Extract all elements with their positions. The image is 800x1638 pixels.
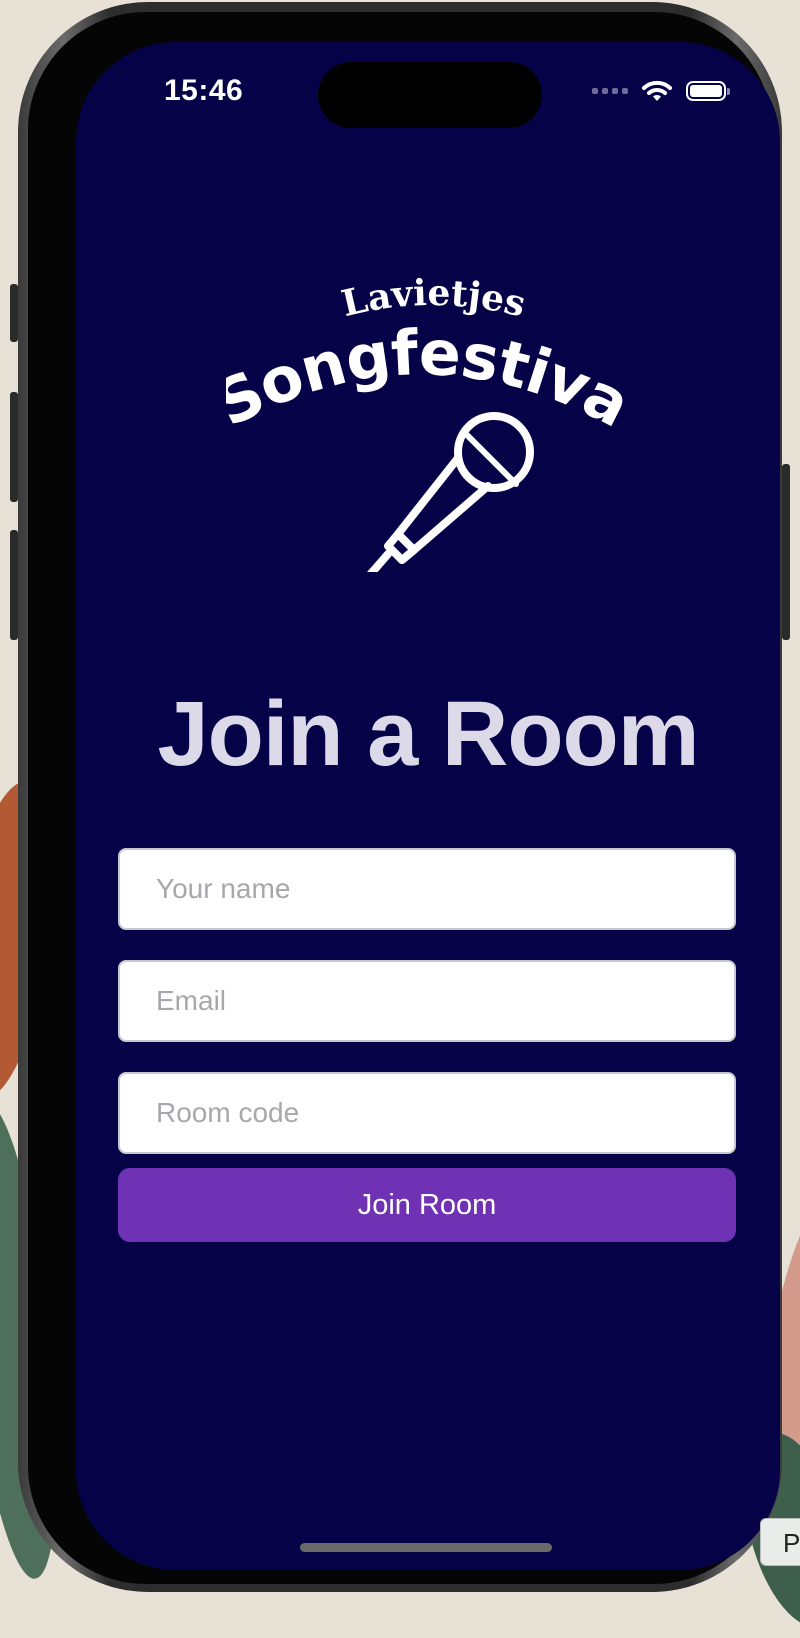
home-indicator[interactable]	[300, 1543, 552, 1552]
room-code-field[interactable]	[118, 1072, 736, 1154]
signal-dots-icon	[592, 88, 628, 94]
email-field[interactable]	[118, 960, 736, 1042]
phone-bezel: 15:46 Lavietjes So	[28, 12, 780, 1584]
dynamic-island	[318, 62, 542, 128]
action-button	[10, 284, 18, 342]
join-room-form: Join Room	[118, 848, 736, 1242]
volume-up-button	[10, 392, 18, 502]
volume-down-button	[10, 530, 18, 640]
power-button	[782, 464, 790, 640]
join-room-button[interactable]: Join Room	[118, 1168, 736, 1242]
name-field[interactable]	[118, 848, 736, 930]
wifi-icon	[642, 80, 672, 101]
battery-level	[690, 85, 722, 97]
desktop-corner-button[interactable]: P	[760, 1518, 800, 1566]
app-logo: Lavietjes Songfestival	[226, 272, 636, 572]
battery-icon	[686, 81, 730, 101]
status-icons	[592, 80, 730, 102]
app-screen: 15:46 Lavietjes So	[76, 42, 780, 1570]
status-time: 15:46	[164, 74, 244, 107]
page-title: Join a Room	[157, 683, 699, 785]
microphone-icon	[367, 412, 534, 572]
